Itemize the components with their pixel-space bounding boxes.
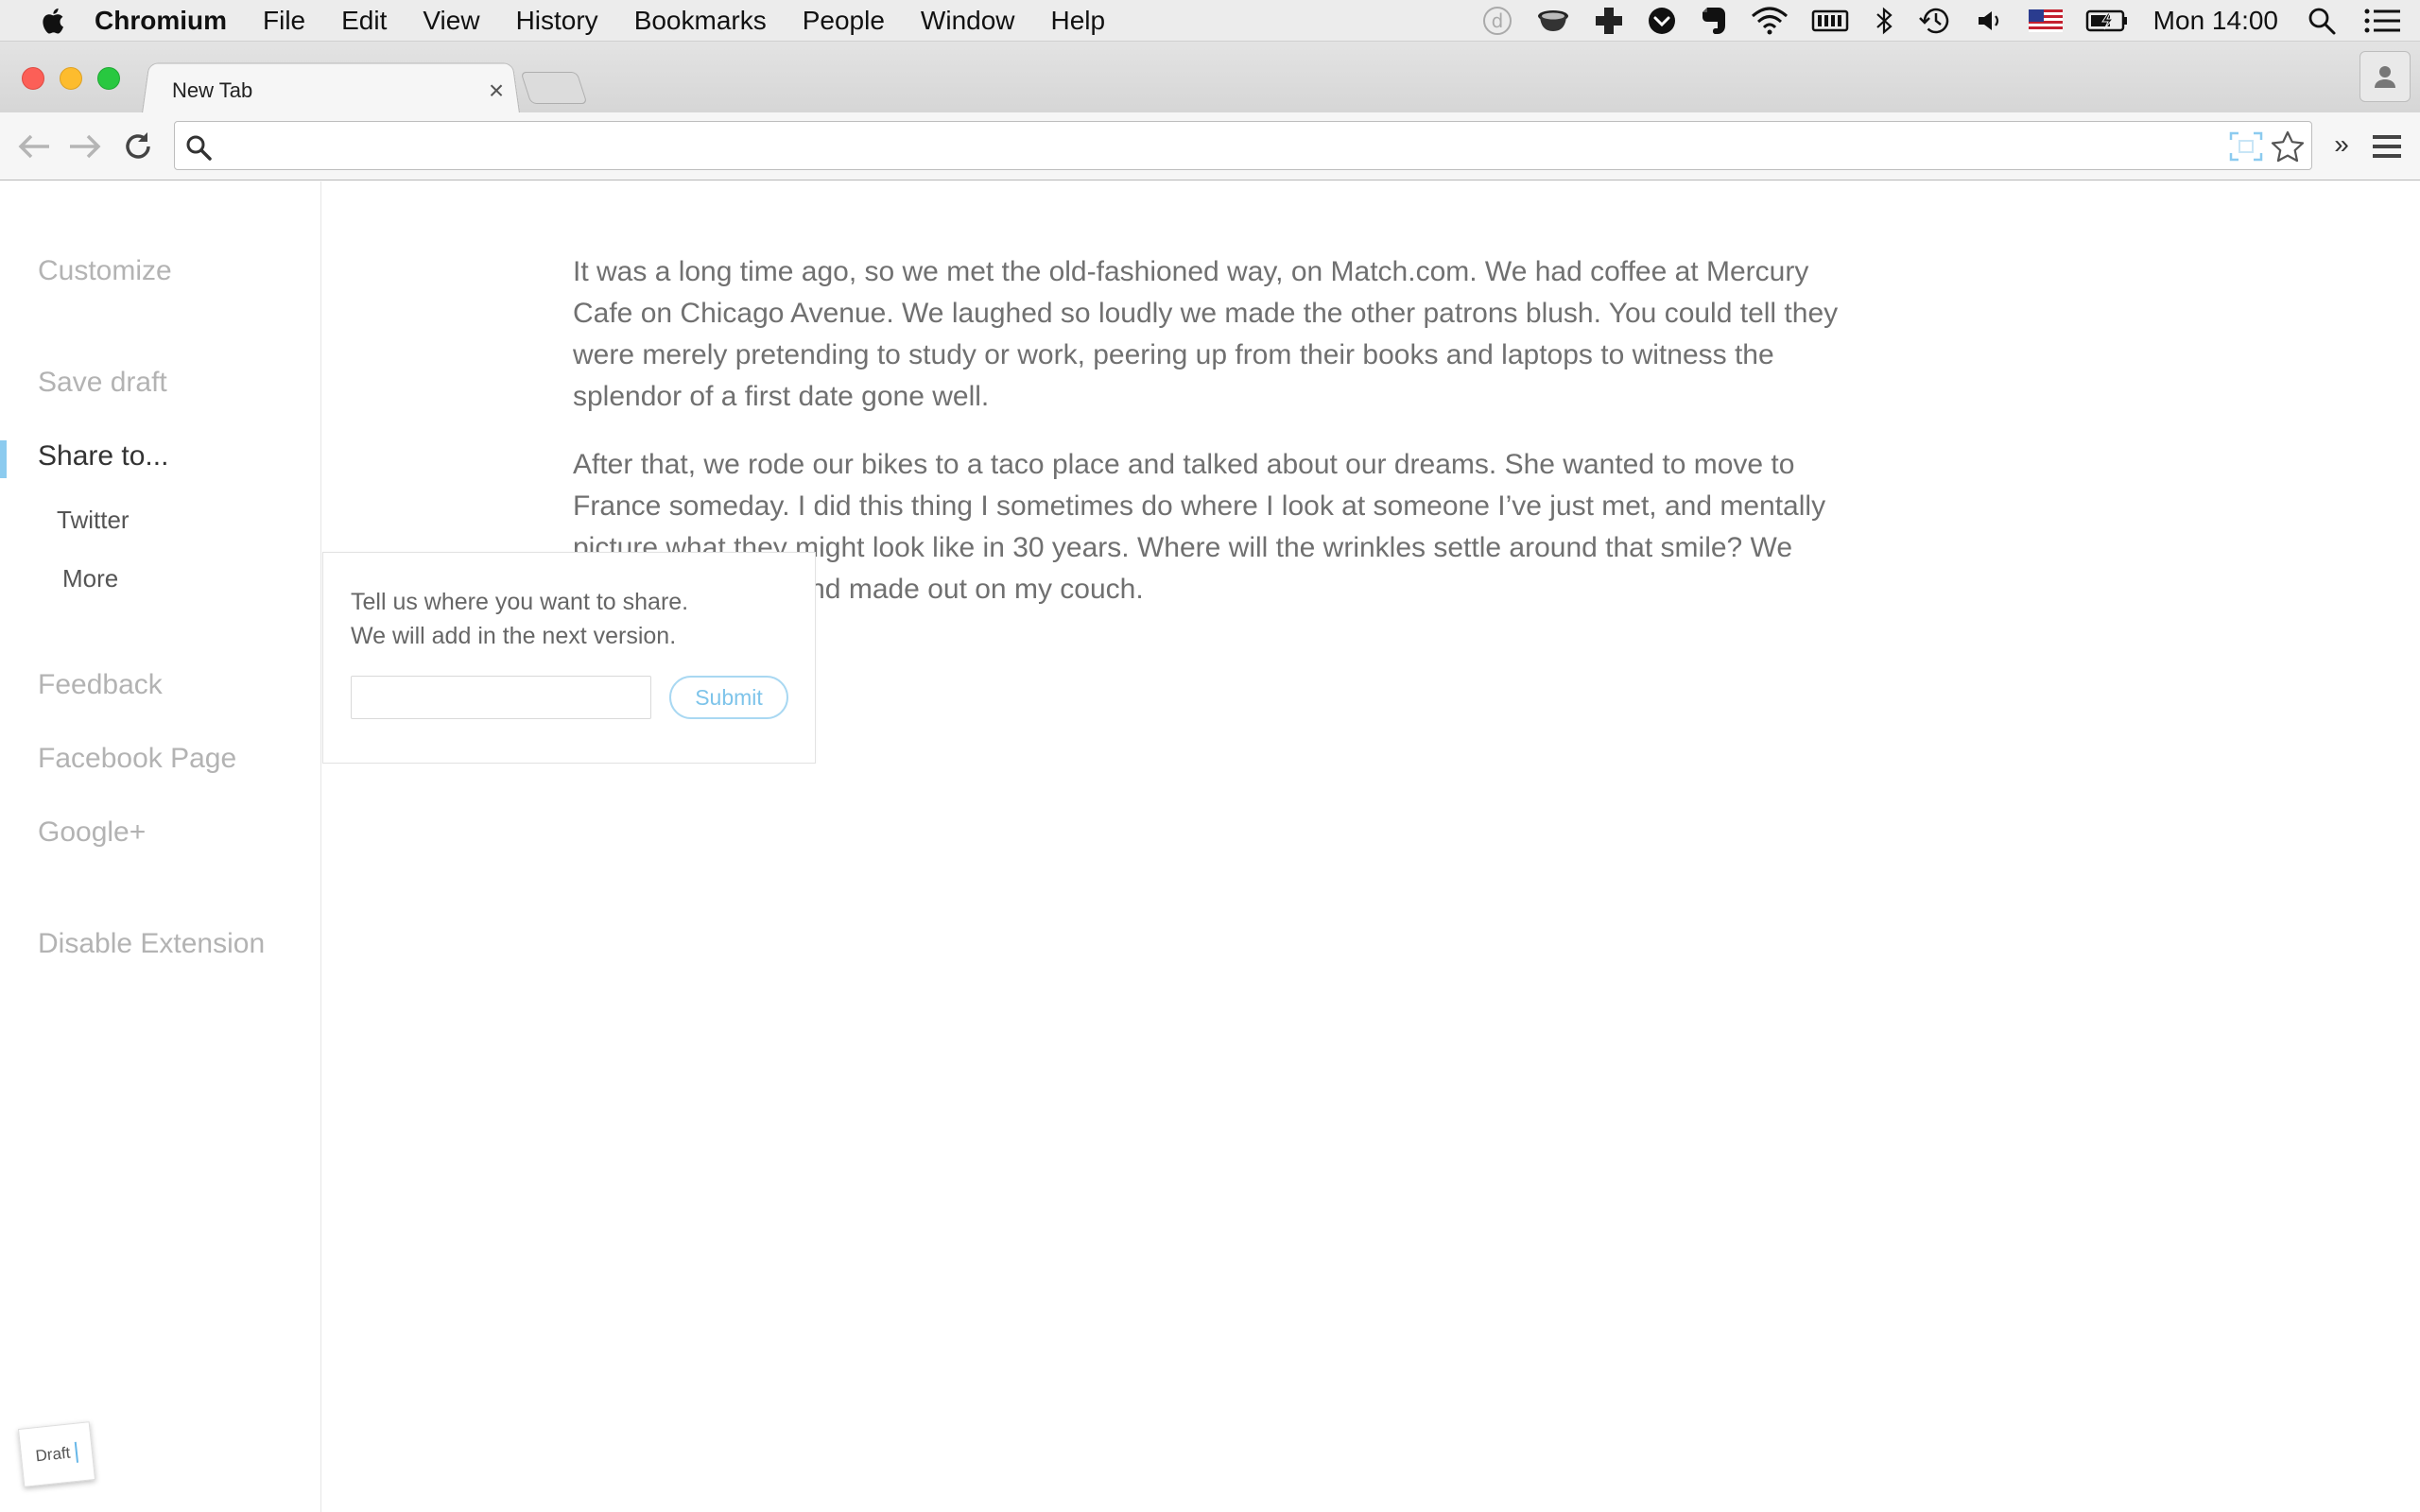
person-icon bbox=[2375, 66, 2395, 88]
pocket-icon[interactable] bbox=[1647, 0, 1677, 42]
sidebar-subitem-twitter[interactable]: Twitter bbox=[57, 506, 130, 535]
battery-charging-icon[interactable] bbox=[2085, 0, 2129, 42]
window-close-button[interactable] bbox=[22, 67, 44, 90]
menu-window[interactable]: Window bbox=[921, 6, 1015, 36]
bookmark-star-icon[interactable] bbox=[2270, 130, 2306, 163]
active-item-indicator bbox=[0, 440, 7, 478]
evernote-icon[interactable] bbox=[1700, 0, 1728, 42]
us-flag-icon[interactable] bbox=[2028, 0, 2063, 42]
chrome-menu-button[interactable] bbox=[2368, 128, 2406, 165]
menu-help[interactable]: Help bbox=[1051, 6, 1106, 36]
volume-icon[interactable] bbox=[1976, 0, 2006, 42]
menu-bar-status-area: d Mon 14:00 bbox=[1460, 0, 2401, 42]
menu-history[interactable]: History bbox=[516, 6, 598, 36]
extension-sidebar: Customize Save draft Share to... Twitter… bbox=[0, 181, 321, 1512]
address-bar[interactable] bbox=[174, 121, 2312, 170]
forward-arrow-icon bbox=[70, 134, 101, 159]
window-minimize-button[interactable] bbox=[60, 67, 82, 90]
notification-list-icon[interactable] bbox=[2363, 0, 2401, 42]
sidebar-item-feedback[interactable]: Feedback bbox=[38, 669, 163, 701]
search-icon bbox=[184, 133, 213, 166]
sidebar-item-disable-extension[interactable]: Disable Extension bbox=[38, 928, 265, 960]
window-zoom-button[interactable] bbox=[97, 67, 120, 90]
sidebar-item-customize[interactable]: Customize bbox=[38, 255, 172, 287]
share-popup-line-2: We will add in the next version. bbox=[351, 623, 677, 649]
tab-title: New Tab bbox=[172, 78, 253, 102]
share-destination-input[interactable] bbox=[351, 676, 651, 719]
draft-cursor bbox=[75, 1441, 79, 1463]
hamburger-menu-icon bbox=[2373, 135, 2401, 158]
tab-close-icon[interactable]: × bbox=[482, 76, 510, 106]
battery-meter-icon[interactable] bbox=[1811, 0, 1849, 42]
sidebar-subitem-more[interactable]: More bbox=[62, 564, 118, 593]
back-button[interactable] bbox=[13, 126, 55, 167]
browser-toolbar: » bbox=[0, 112, 2420, 180]
share-suggestion-popup: Tell us where you want to share. We will… bbox=[322, 552, 816, 764]
bluetooth-icon[interactable] bbox=[1872, 0, 1896, 42]
coffee-cup-icon[interactable] bbox=[1535, 0, 1571, 42]
menu-file[interactable]: File bbox=[263, 6, 305, 36]
new-tab-button[interactable] bbox=[520, 72, 588, 104]
share-popup-line-1: Tell us where you want to share. bbox=[351, 589, 689, 615]
d-icon[interactable]: d bbox=[1482, 0, 1512, 42]
sidebar-item-share-to[interactable]: Share to... bbox=[38, 440, 168, 472]
menu-people[interactable]: People bbox=[803, 6, 885, 36]
plus-cross-icon[interactable] bbox=[1594, 0, 1624, 42]
sidebar-item-google-plus[interactable]: Google+ bbox=[38, 816, 146, 849]
reload-icon bbox=[126, 132, 150, 159]
extensions-overflow-button[interactable]: » bbox=[2327, 129, 2356, 160]
browser-tab-strip: New Tab × bbox=[0, 42, 2420, 113]
macos-menu-bar: Chromium File Edit View History Bookmark… bbox=[0, 0, 2420, 42]
spotlight-search-icon[interactable] bbox=[2307, 0, 2337, 42]
screen-capture-icon[interactable] bbox=[2228, 131, 2264, 162]
svg-text:d: d bbox=[1491, 9, 1503, 32]
page-content: Customize Save draft Share to... Twitter… bbox=[0, 181, 2420, 1512]
forward-button[interactable] bbox=[64, 126, 106, 167]
menu-bar-clock[interactable]: Mon 14:00 bbox=[2153, 6, 2278, 36]
reload-button[interactable] bbox=[117, 126, 159, 167]
time-machine-icon[interactable] bbox=[1918, 0, 1953, 42]
menu-edit[interactable]: Edit bbox=[341, 6, 387, 36]
sidebar-item-save-draft[interactable]: Save draft bbox=[38, 367, 167, 399]
profile-button[interactable] bbox=[2360, 51, 2411, 102]
tab-new-tab[interactable]: New Tab × bbox=[161, 70, 510, 112]
submit-button[interactable]: Submit bbox=[669, 676, 788, 719]
draft-stamp-label: Draft bbox=[34, 1443, 72, 1466]
draft-stamp[interactable]: Draft bbox=[17, 1421, 96, 1487]
menu-app-name[interactable]: Chromium bbox=[95, 6, 227, 36]
sidebar-item-facebook-page[interactable]: Facebook Page bbox=[38, 743, 236, 775]
back-arrow-icon bbox=[18, 134, 49, 159]
apple-logo-icon[interactable] bbox=[38, 7, 66, 35]
article-paragraph: It was a long time ago, so we met the ol… bbox=[573, 256, 1839, 412]
address-input[interactable] bbox=[228, 128, 2194, 165]
menu-view[interactable]: View bbox=[423, 6, 479, 36]
wifi-icon[interactable] bbox=[1751, 0, 1789, 42]
menu-bookmarks[interactable]: Bookmarks bbox=[634, 6, 767, 36]
